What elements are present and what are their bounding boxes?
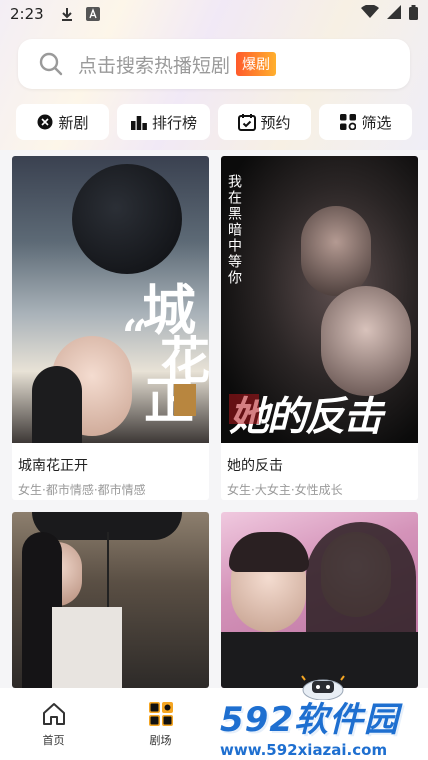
poster-quote: “: [122, 311, 148, 362]
drama-title: 城南花正开: [18, 458, 88, 474]
filter-icon: [339, 113, 357, 131]
drama-poster: [12, 512, 209, 688]
watermark-logo-text: 592软件园: [220, 699, 399, 740]
nav-home-label: 首页: [42, 734, 65, 747]
hot-drama-badge: 爆剧: [236, 52, 277, 76]
signal-icon: [387, 5, 401, 23]
nav-home[interactable]: 首页: [0, 688, 107, 760]
poster-gold-block: [174, 384, 196, 416]
drama-poster: 城 “ 花 正: [12, 156, 209, 443]
category-chips: 新剧 排行榜 预约 筛选: [16, 104, 412, 140]
watermark-url: www.592xiazai.com: [220, 740, 388, 759]
drama-tags: 女生·都市情感·都市情感: [18, 483, 146, 497]
drama-card[interactable]: [221, 512, 418, 688]
status-time: 2:23: [10, 5, 44, 23]
poster-face-shape: [301, 206, 371, 296]
poster-vertical-text: 我在黑暗中等你: [226, 174, 242, 286]
home-icon: [40, 700, 68, 728]
search-placeholder: 点击搜索热播短剧: [78, 54, 231, 77]
poster-helmet-shape: [72, 164, 182, 274]
chip-filter-label: 筛选: [361, 113, 392, 132]
chip-new[interactable]: 新剧: [16, 104, 109, 140]
search-icon: [38, 51, 64, 77]
poster-hair-shape: [32, 366, 82, 443]
download-icon: [60, 7, 74, 21]
chip-reserve[interactable]: 预约: [218, 104, 311, 140]
nav-theater-label: 剧场: [149, 734, 172, 747]
watermark: 592软件园 www.592xiazai.com: [212, 690, 428, 760]
poster-clothes-shape: [52, 607, 122, 688]
status-bar: 2:23: [0, 0, 428, 28]
poster-face-shape: [321, 286, 411, 396]
theater-icon: [147, 700, 175, 728]
drama-card[interactable]: 城 “ 花 正 城南花正开 女生·都市情感·都市情感: [12, 156, 209, 500]
nav-theater[interactable]: 剧场: [107, 688, 214, 760]
new-icon: [36, 113, 54, 131]
chip-filter[interactable]: 筛选: [319, 104, 412, 140]
poster-red-accent: [229, 394, 259, 424]
wifi-icon: [361, 4, 379, 23]
chip-reserve-label: 预约: [260, 113, 291, 132]
drama-poster: [221, 512, 418, 688]
font-a-icon: [85, 7, 100, 21]
battery-icon: [409, 4, 418, 24]
drama-poster: 我在黑暗中等你 她的反击: [221, 156, 418, 443]
chip-ranking[interactable]: 排行榜: [117, 104, 210, 140]
chip-new-label: 新剧: [58, 113, 89, 132]
drama-title: 她的反击: [227, 458, 283, 474]
ranking-icon: [130, 113, 148, 131]
poster-hair-shape: [229, 532, 309, 572]
drama-card[interactable]: [12, 512, 209, 688]
calendar-icon: [238, 113, 257, 131]
chip-ranking-label: 排行榜: [151, 113, 197, 132]
drama-card[interactable]: 我在黑暗中等你 她的反击 她的反击 女生·大女主·女性成长: [221, 156, 418, 500]
search-bar[interactable]: 点击搜索热播短剧 爆剧: [18, 39, 410, 89]
drama-tags: 女生·大女主·女性成长: [227, 483, 343, 497]
